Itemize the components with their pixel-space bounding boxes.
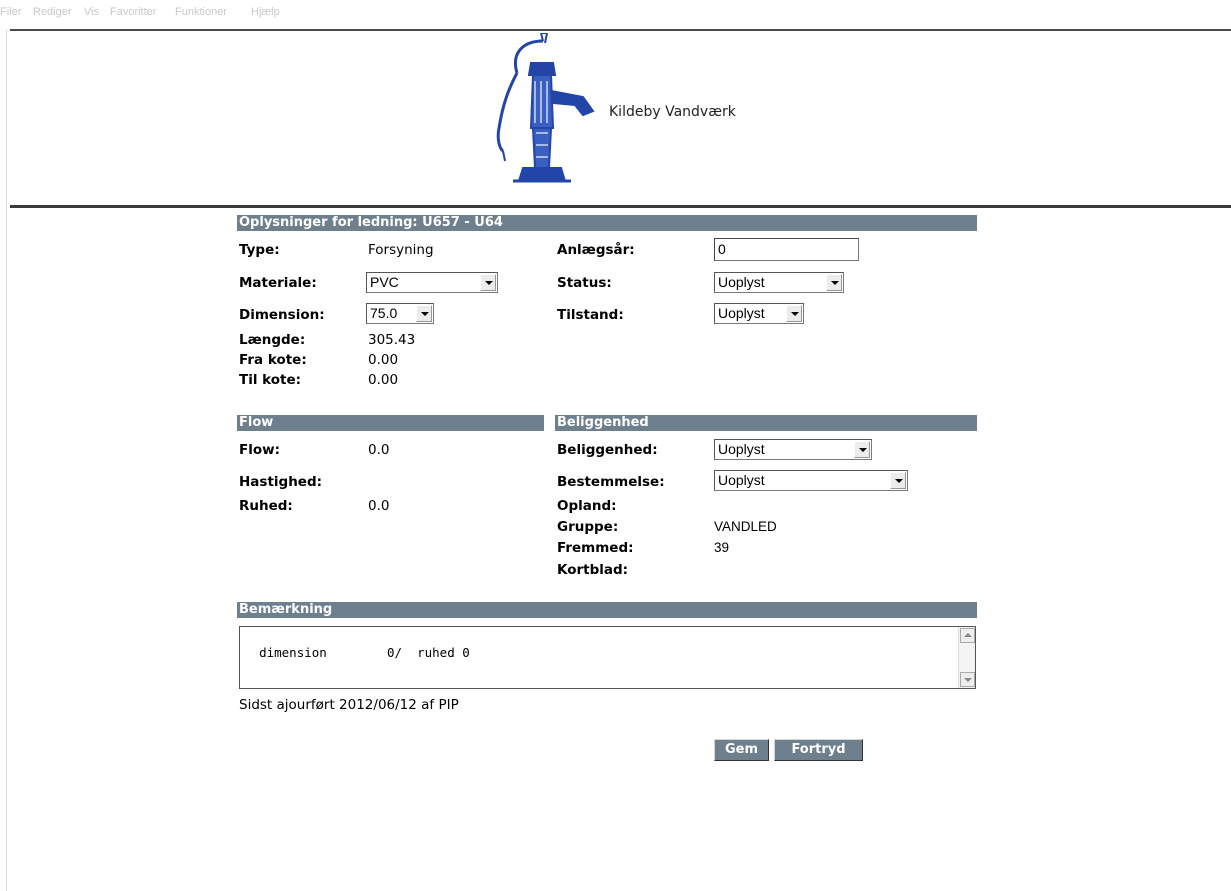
type-label: Type: xyxy=(239,242,280,258)
type-value: Forsyning xyxy=(368,242,434,258)
tilstand-select[interactable]: Uoplyst xyxy=(714,303,804,324)
laengde-value: 305.43 xyxy=(368,332,416,348)
fremmed-label: Fremmed: xyxy=(557,540,634,556)
menu-vis[interactable]: Vis xyxy=(84,6,99,18)
tilstand-label: Tilstand: xyxy=(557,307,624,323)
gruppe-label: Gruppe: xyxy=(557,519,619,535)
scroll-up-icon[interactable] xyxy=(960,628,975,643)
kortblad-label: Kortblad: xyxy=(557,562,629,578)
menu-favoritter[interactable]: Favoritter xyxy=(110,6,156,18)
ruhed-label: Ruhed: xyxy=(239,498,293,514)
bestemmelse-selected: Uoplyst xyxy=(718,472,765,488)
dimension-select[interactable]: 75.0 xyxy=(366,303,434,324)
chevron-down-icon[interactable] xyxy=(890,472,906,489)
water-pump-logo xyxy=(496,33,595,183)
materiale-selected: PVC xyxy=(370,274,399,290)
section-header-oplysninger: Oplysninger for ledning: U657 - U64 xyxy=(237,215,977,231)
materiale-label: Materiale: xyxy=(239,275,317,291)
bemaerkning-text: dimension 0/ ruhed 0 xyxy=(259,645,470,660)
bemaerkning-textarea[interactable]: dimension 0/ ruhed 0 xyxy=(239,626,976,689)
menu-rediger[interactable]: Rediger xyxy=(33,6,72,18)
last-updated: Sidst ajourført 2012/06/12 af PIP xyxy=(239,697,459,713)
status-select[interactable]: Uoplyst xyxy=(714,272,844,293)
materiale-select[interactable]: PVC xyxy=(366,272,498,293)
top-divider xyxy=(10,29,1231,31)
chevron-down-icon[interactable] xyxy=(786,305,802,322)
fremmed-value: 39 xyxy=(714,540,730,555)
cancel-button[interactable]: Fortryd xyxy=(774,739,863,761)
bestemmelse-label: Bestemmelse: xyxy=(557,474,665,490)
hastighed-label: Hastighed: xyxy=(239,474,323,490)
beliggenhed-select[interactable]: Uoplyst xyxy=(714,439,872,460)
dimension-selected: 75.0 xyxy=(370,305,398,321)
textarea-scrollbar[interactable] xyxy=(958,627,975,688)
bestemmelse-select[interactable]: Uoplyst xyxy=(714,470,908,491)
laengde-label: Længde: xyxy=(239,332,306,348)
brand-name: Kildeby Vandværk xyxy=(609,104,736,120)
section-header-beliggenhed: Beliggenhed xyxy=(555,415,977,431)
chevron-down-icon[interactable] xyxy=(854,441,870,458)
ruhed-value: 0.0 xyxy=(368,498,390,514)
status-selected: Uoplyst xyxy=(718,274,765,290)
opland-label: Opland: xyxy=(557,498,617,514)
anlaegsaar-label: Anlægsår: xyxy=(557,242,635,258)
beliggenhed-label: Beliggenhed: xyxy=(557,442,658,458)
chevron-down-icon[interactable] xyxy=(480,274,496,291)
flow-value: 0.0 xyxy=(368,442,390,458)
menu-hjaelp[interactable]: Hjælp xyxy=(251,6,280,18)
menu-funktioner[interactable]: Funktioner xyxy=(175,6,227,18)
anlaegsaar-input[interactable]: 0 xyxy=(714,238,859,261)
tilstand-selected: Uoplyst xyxy=(718,305,765,321)
gruppe-value: VANDLED xyxy=(714,519,777,534)
menu-filer[interactable]: Filer xyxy=(0,6,21,18)
frakote-label: Fra kote: xyxy=(239,352,307,368)
chevron-down-icon[interactable] xyxy=(416,305,432,322)
chevron-down-icon[interactable] xyxy=(826,274,842,291)
header-divider xyxy=(10,205,1231,208)
tilkote-value: 0.00 xyxy=(368,372,399,388)
status-label: Status: xyxy=(557,275,612,291)
section-header-bemaerkning: Bemærkning xyxy=(237,602,977,618)
frakote-value: 0.00 xyxy=(368,352,399,368)
tilkote-label: Til kote: xyxy=(239,372,302,388)
scroll-down-icon[interactable] xyxy=(960,672,975,687)
section-header-flow: Flow xyxy=(237,415,544,431)
beliggenhed-selected: Uoplyst xyxy=(718,441,765,457)
save-button[interactable]: Gem xyxy=(714,739,769,761)
menu-bar: Filer Rediger Vis Favoritter Funktioner … xyxy=(0,0,1231,22)
dimension-label: Dimension: xyxy=(239,307,325,323)
frame-edge xyxy=(6,30,7,891)
flow-label: Flow: xyxy=(239,442,280,458)
